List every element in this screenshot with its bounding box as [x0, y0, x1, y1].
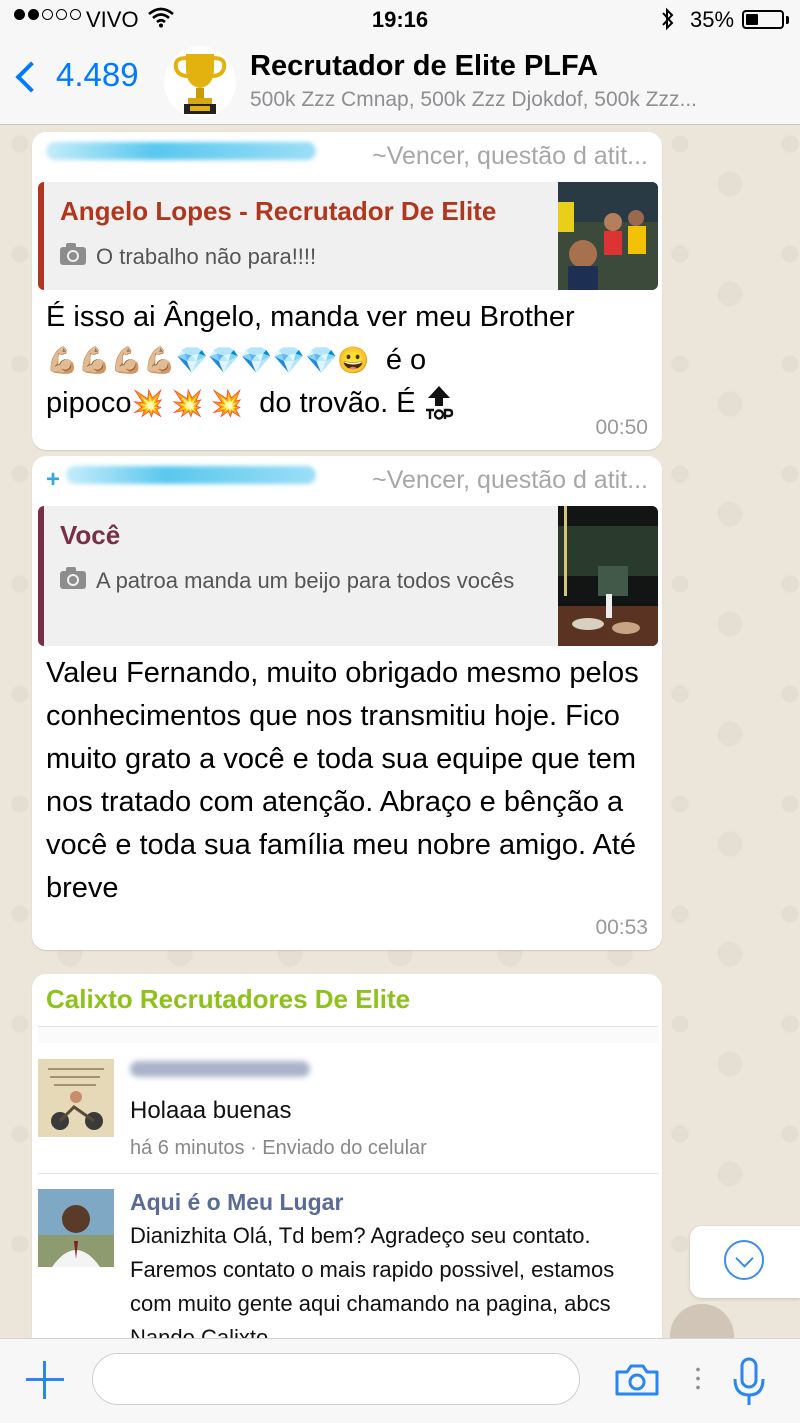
- sender-name: Calixto Recrutadores De Elite: [46, 984, 411, 1014]
- quoted-photo-thumbnail: [558, 182, 658, 290]
- quote-accent-bar: [38, 506, 44, 646]
- quoted-message[interactable]: Angelo Lopes - Recrutador De Elite O tra…: [38, 182, 658, 290]
- gem-emojis: 💎💎💎💎💎😀: [175, 345, 370, 375]
- back-button[interactable]: 4.489: [15, 56, 139, 94]
- fb-page-name: Aqui é o Meu Lugar: [130, 1189, 344, 1215]
- battery-percentage: 35%: [690, 7, 735, 32]
- chat-header: 4.489 Recrutador de Elite PLFA 500k Zzz …: [0, 40, 800, 125]
- fb-name-blurred: [130, 1061, 310, 1077]
- group-title[interactable]: Recrutador de Elite PLFA: [250, 50, 598, 83]
- quote-text-row: O trabalho não para!!!!: [60, 240, 520, 274]
- bluetooth-icon: [662, 7, 674, 31]
- quote-author: Angelo Lopes - Recrutador De Elite: [60, 196, 497, 226]
- group-avatar[interactable]: [164, 46, 236, 118]
- quote-text: O trabalho não para!!!!: [96, 244, 317, 269]
- message-line: 💪🏼💪🏼💪🏼💪🏼💎💎💎💎💎😀 é o: [46, 344, 427, 376]
- fb-reply: Aqui é o Meu Lugar Dianizhita Olá, Td be…: [38, 1189, 658, 1347]
- plus-prefix: +: [46, 466, 61, 493]
- message-input[interactable]: [92, 1353, 580, 1405]
- boom-emojis: 💥 💥 💥: [131, 388, 244, 418]
- quote-author: Você: [60, 520, 121, 550]
- group-members[interactable]: 500k Zzz Cmnap, 500k Zzz Djokdof, 500k Z…: [250, 88, 790, 112]
- quote-accent-bar: [38, 182, 44, 290]
- message-text: É isso ai Ângelo, manda ver meu Brother …: [46, 296, 656, 425]
- input-bar: [0, 1338, 800, 1423]
- message-time: 00:50: [595, 416, 648, 439]
- trophy-icon: [173, 54, 227, 114]
- message-text: Valeu Fernando, muito obrigado mesmo pel…: [46, 657, 639, 904]
- muscle-emojis: 💪🏼💪🏼💪🏼💪🏼: [46, 345, 176, 375]
- camera-icon: [60, 243, 86, 265]
- fb-reply-avatar: [38, 1189, 114, 1267]
- microphone-button[interactable]: [732, 1357, 766, 1409]
- fb-post-text: Holaaa buenas: [130, 1097, 292, 1124]
- fb-post-avatar: [38, 1059, 114, 1137]
- sender-push-name: ~Vencer, questão d atit...: [372, 142, 648, 170]
- quoted-photo-thumbnail: [558, 506, 658, 646]
- unread-count: 4.489: [56, 56, 139, 93]
- fb-post: Holaaa buenas há 6 minutos · Enviado do …: [38, 1043, 658, 1169]
- message-line: pipoco💥 💥 💥 do trovão. É: [46, 382, 656, 425]
- separator-dots: [696, 1365, 700, 1391]
- sender-push-name: ~Vencer, questão d atit...: [372, 466, 648, 494]
- status-time: 19:16: [371, 7, 429, 32]
- fb-post-meta: há 6 minutos · Enviado do celular: [130, 1137, 427, 1159]
- message-time: 00:53: [595, 916, 648, 939]
- message-line: É isso ai Ângelo, manda ver meu Brother: [46, 301, 575, 333]
- message-bubble[interactable]: + ~Vencer, questão d atit... Você A patr…: [32, 456, 662, 950]
- fb-reply-text: Dianizhita Olá, Td bem? Agradeço seu con…: [130, 1223, 615, 1347]
- message-bubble[interactable]: ~Vencer, questão d atit... Angelo Lopes …: [32, 132, 662, 450]
- camera-icon: [60, 567, 86, 589]
- scroll-to-bottom-button[interactable]: [690, 1226, 800, 1298]
- attach-plus-button[interactable]: [26, 1361, 64, 1399]
- status-bar: VIVO 19:16 35%: [0, 0, 800, 40]
- quote-text: A patroa manda um beijo para todos vocês: [96, 568, 515, 593]
- camera-button[interactable]: [614, 1363, 660, 1397]
- shared-image[interactable]: Holaaa buenas há 6 minutos · Enviado do …: [38, 1026, 658, 1347]
- divider: [38, 1173, 658, 1174]
- quote-text-row: A patroa manda um beijo para todos vocês: [60, 564, 520, 598]
- top-arrow-icon: [425, 386, 453, 420]
- battery-icon: [742, 10, 784, 29]
- battery-tip: [786, 16, 789, 24]
- chevron-left-icon: [15, 61, 47, 93]
- quoted-message[interactable]: Você A patroa manda um beijo para todos …: [38, 506, 658, 646]
- message-bubble[interactable]: Calixto Recrutadores De Elite Holaaa bue…: [32, 974, 662, 1374]
- chevron-down-icon: [724, 1240, 764, 1280]
